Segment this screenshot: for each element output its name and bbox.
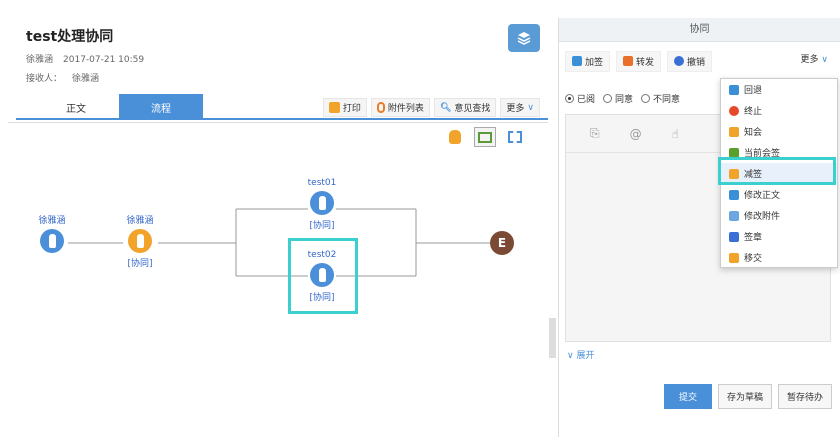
highlight-box-remove-sign [718, 157, 836, 185]
person-icon [40, 229, 64, 253]
opinion-search-label: 意见查找 [454, 104, 491, 114]
countersign-icon [729, 147, 739, 158]
author: 徐雅涵 [26, 55, 54, 65]
layers-icon [517, 32, 531, 45]
menu-item-notify[interactable]: 知会 [721, 121, 837, 142]
menu-label: 移交 [744, 254, 763, 264]
datetime: 2017-07-21 10:59 [63, 55, 145, 65]
stamp-icon [729, 231, 739, 242]
forward-icon [623, 56, 634, 66]
node-name: 徐雅涵 [38, 216, 66, 226]
menu-label: 回退 [744, 86, 763, 96]
radio-dot [565, 94, 574, 103]
radio-dot [641, 94, 651, 103]
radio-disagree[interactable]: 不同意 [641, 92, 680, 105]
menu-item-rollback[interactable]: 回退 [721, 79, 837, 100]
rollback-icon [729, 84, 739, 95]
add-sign-label: 加签 [585, 57, 604, 68]
opinion-radios: 已阅 同意 不同意 [565, 92, 680, 105]
footer-buttons: 提交 存为草稿 暂存待办 [663, 384, 832, 409]
panel-header: 协同 [559, 18, 840, 42]
forward-label: 转发 [636, 57, 655, 68]
menu-item-signature[interactable]: 签章 [721, 226, 837, 247]
notify-icon [729, 126, 739, 137]
highlight-box-test02 [288, 238, 358, 314]
node-name: test01 [307, 178, 337, 188]
attachment-list-button[interactable]: 附件列表 [370, 98, 430, 117]
paperclip-icon [376, 102, 385, 113]
save-pending-button[interactable]: 暂存待办 [777, 384, 832, 409]
left-pane: test处理协同 徐雅涵 2017-07-21 10:59 接收人： 徐雅涵 正文 … [8, 18, 548, 437]
edit-attachment-icon [729, 210, 739, 221]
tab-flow[interactable]: 流程 [119, 94, 203, 120]
layers-button[interactable] [508, 24, 540, 52]
transfer-icon [729, 252, 739, 263]
menu-label: 修改正文 [744, 191, 781, 201]
end-node[interactable]: E [490, 231, 514, 255]
person-icon [128, 229, 152, 253]
flow-node-start[interactable]: 徐雅涵 [32, 213, 72, 256]
flow-node-current[interactable]: 徐雅涵 [协同] [120, 213, 160, 269]
menu-item-edit-body[interactable]: 修改正文 [721, 184, 837, 205]
panel-toolbar: 加签 转发 撤销 [559, 48, 840, 74]
chevron-down-icon: ∨ [527, 102, 534, 113]
radio-read[interactable]: 已阅 [565, 92, 595, 105]
thumbs-icon[interactable]: ☝ [672, 127, 679, 141]
node-tag: [协同] [127, 259, 153, 269]
menu-item-edit-attachment[interactable]: 修改附件 [721, 205, 837, 226]
radio-label: 同意 [615, 95, 634, 105]
print-label: 打印 [342, 104, 361, 114]
menu-label: 终止 [744, 107, 763, 117]
search-icon: 🔍︎ [439, 102, 452, 113]
person-icon [310, 191, 334, 215]
flow-canvas: 徐雅涵 徐雅涵 [协同] test01 [协同] test02 [协同] E [8, 122, 548, 437]
print-button[interactable]: 打印 [322, 98, 367, 117]
chevron-down-icon: ∨ [821, 55, 828, 65]
meta-receiver: 接收人： 徐雅涵 [26, 71, 109, 84]
flow-node-test01[interactable]: test01 [协同] [302, 178, 342, 231]
opinion-search-button[interactable]: 🔍︎ 意见查找 [433, 98, 497, 117]
expand-label: 展开 [576, 351, 595, 361]
more-button[interactable]: 更多 ∨ [500, 98, 540, 117]
expand-link[interactable]: ∨ 展开 [567, 348, 594, 361]
printer-icon [328, 102, 340, 113]
forward-button[interactable]: 转发 [616, 50, 662, 72]
revoke-label: 撤销 [687, 57, 706, 68]
revoke-button[interactable]: 撤销 [667, 50, 713, 72]
mention-icon[interactable]: @ [630, 127, 642, 141]
save-draft-button[interactable]: 存为草稿 [717, 384, 772, 409]
radio-label: 已阅 [577, 95, 596, 105]
terminate-icon [729, 105, 739, 116]
attachment-list-label: 附件列表 [387, 104, 424, 114]
receiver-label: 接收人： [26, 74, 63, 84]
more-menu-toggle[interactable]: 更多 ∨ [801, 52, 828, 65]
submit-button[interactable]: 提交 [663, 384, 712, 409]
add-user-icon [572, 56, 582, 66]
more-label: 更多 [506, 104, 525, 114]
tab-body[interactable]: 正文 [34, 94, 118, 120]
receiver: 徐雅涵 [72, 74, 100, 84]
radio-dot [603, 94, 613, 103]
flow-lines [68, 208, 490, 277]
double-chevron-down-icon: ∨ [567, 351, 574, 361]
node-name: 徐雅涵 [126, 216, 154, 226]
menu-label: 签章 [744, 233, 763, 243]
page-title: test处理协同 [26, 29, 114, 45]
collapse-handle[interactable] [549, 318, 556, 358]
more-label: 更多 [800, 55, 819, 65]
add-sign-button[interactable]: 加签 [565, 50, 611, 72]
radio-agree[interactable]: 同意 [603, 92, 633, 105]
menu-label: 修改附件 [744, 212, 781, 222]
radio-label: 不同意 [653, 95, 681, 105]
action-bar: 打印 附件列表 🔍︎ 意见查找 更多 ∨ [322, 98, 540, 117]
meta-author-time: 徐雅涵 2017-07-21 10:59 [26, 52, 154, 65]
menu-item-transfer[interactable]: 移交 [721, 247, 837, 268]
node-tag: [协同] [309, 221, 335, 231]
menu-item-terminate[interactable]: 终止 [721, 100, 837, 121]
revoke-icon [674, 56, 685, 66]
attachment-icon[interactable]: ⎘ [590, 126, 600, 141]
edit-doc-icon [729, 189, 739, 200]
menu-label: 知会 [744, 128, 763, 138]
